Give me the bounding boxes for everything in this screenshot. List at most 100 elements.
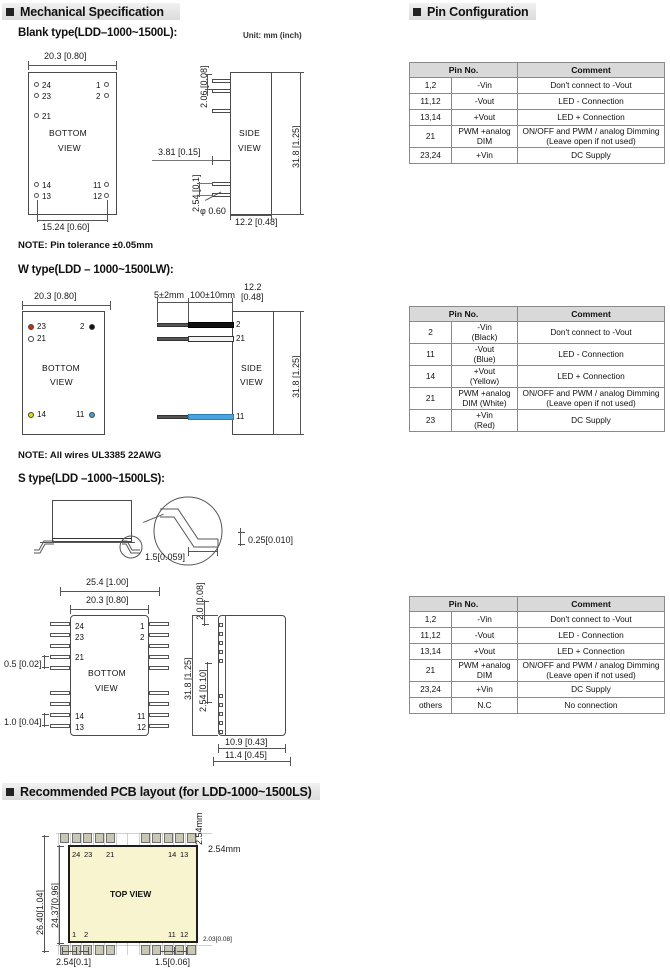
table-cell-comment: Don't connect to -Vout [517,77,666,94]
stype-lead [50,666,70,670]
blank-pin-11 [104,182,109,187]
pcb-top-view-label: TOP VIEW [110,889,152,899]
table-cell-pin-no: 11,12 [409,93,452,110]
blank-pin-2 [104,93,109,98]
table-header-comment: Comment [517,306,666,322]
table-cell-pin-name: -Vin (Black) [450,320,519,345]
stype-side-pin [219,712,223,716]
table-cell-pin-name: +Vin [450,681,519,699]
blank-pin-label-12: 12 [93,192,102,201]
blank-pin-1 [104,82,109,87]
blank-side-lead [212,89,231,93]
blank-dim-pitch: 15.24 [0.60] [42,222,90,232]
stype-lead [50,691,70,695]
wtype-wire-2-strip [157,323,189,327]
blank-side-view-line2: VIEW [238,143,261,153]
pcb-pad [163,833,173,843]
pcb-pad [106,945,115,955]
blank-pin-label-14: 14 [42,181,51,190]
table-row: 11,12 -Vout LED - Connection [409,93,666,110]
wtype-note: NOTE: All wires UL3385 22AWG [18,450,162,461]
blank-side-lead [212,79,231,83]
stype-side-pin [219,623,223,627]
wtype-wire-label-21: 21 [236,334,245,343]
blank-pin-13 [34,193,39,198]
stype-lead [50,655,70,659]
wtype-wire-11-jacket [188,414,234,420]
table-cell-pin-name: -Vout (Blue) [450,343,519,367]
pcb-pad [163,945,173,955]
table-cell-comment: DC Supply [517,681,666,699]
stype-detail-vertical-dim: 0.25[0.010] [248,535,294,545]
table-cell-pin-name: +Vin (Red) [450,409,519,433]
stype-lead [50,702,70,706]
table-header-comment: Comment [517,62,666,78]
blank-pin-24 [34,82,39,87]
wtype-pad-14 [28,412,34,418]
table-cell-comment: Don't connect to -Vout [517,320,666,345]
table-cell-pin-name: PWM +analog DIM (White) [450,387,519,411]
blank-dim-diameter: φ 0.60 [200,206,226,216]
bullet-square-icon [6,7,14,16]
stype-pin-label-2: 2 [140,633,145,642]
stype-dim-depth-outer: 11.4 [0.45] [225,750,267,760]
stype-dim-body-width: 20.3 [0.80] [86,595,129,605]
table-cell-pin-no: 21 [409,658,452,683]
table-cell-pin-no: 13,14 [409,643,452,660]
pcb-pad [106,833,115,843]
pin-table-wtype-body: 2 -Vin (Black) Don't connect to -Vout 11 -Vou… [409,320,666,433]
pcb-pad [83,833,92,843]
table-row: others N.C No connection [409,697,666,715]
stype-lead [50,713,70,717]
pin-config-table-blank: Pin No. Comment 1,2 -Vin Don't connect to … [408,62,666,165]
table-cell-comment: ON/OFF and PWM / analog Dimming (Leave op… [517,387,666,411]
wtype-pad-label-23: 23 [37,322,46,331]
table-cell-pin-name: -Vin [450,77,519,94]
stype-side-view-body [218,615,286,736]
pin-config-table-stype: Pin No. Comment 1,2 -Vin Don't connect to … [408,596,666,715]
table-cell-pin-no: 11,12 [409,627,452,644]
stype-lead [149,622,169,626]
table-cell-comment: LED - Connection [517,627,666,644]
table-cell-pin-no: 13,14 [409,109,452,126]
wtype-wire-2-jacket [188,322,234,328]
stype-lead [149,713,169,717]
wtype-dim-width: 20.3 [0.80] [34,291,77,301]
blank-pin-12 [104,193,109,198]
pcb-pad [71,833,81,843]
wtype-wire-11-strip [157,415,189,419]
section-header-mechanical: Mechanical Specification [2,3,180,20]
wtype-pad-2 [89,324,95,330]
blank-pin-label-21: 21 [42,112,51,121]
table-cell-pin-name: PWM +analog DIM [450,658,519,683]
table-cell-comment: No connection [517,697,666,715]
unit-label: Unit: mm (inch) [243,31,302,40]
table-row: 21 PWM +analog DIM ON/OFF and PWM / analog … [409,124,666,149]
pcb-pin-label-top-2: 21 [106,850,115,859]
blank-pin-21 [34,113,39,118]
table-row: 23 +Vin (Red) DC Supply [409,409,666,433]
pcb-dim-bottom-right: 1.5[0.06] [155,957,191,967]
table-header-row: Pin No. Comment [408,62,666,78]
pcb-dim-pad-pitch-vertical: 2.54mm [194,812,204,845]
stype-lead [149,666,169,670]
stype-pin-label-13: 13 [75,723,84,732]
blank-side-lead [212,109,231,113]
table-cell-comment: LED + Connection [517,643,666,660]
table-row: 23,24 +Vin DC Supply [409,681,666,699]
blank-side-view-line1: SIDE [239,128,261,138]
table-cell-pin-name: -Vout [450,627,519,644]
blank-pin-label-13: 13 [42,192,51,201]
table-cell-pin-name: -Vout [450,93,519,110]
pcb-pin-label-top-4: 13 [180,850,189,859]
pcb-pad [175,833,184,843]
blank-pin-label-1: 1 [96,81,101,90]
table-cell-pin-no: 21 [409,387,452,411]
table-row: 11,12 -Vout LED - Connection [409,627,666,644]
pin-table-blank-body: 1,2 -Vin Don't connect to -Vout 11,12 -Vout L… [409,77,666,165]
table-cell-comment: LED + Connection [517,365,666,389]
wtype-dim-strip: 5±2mm [154,290,184,300]
pcb-pad [140,945,150,955]
pcb-pin-label-bottom-2: 11 [168,930,176,939]
pcb-pin-label-top-3: 14 [168,850,177,859]
